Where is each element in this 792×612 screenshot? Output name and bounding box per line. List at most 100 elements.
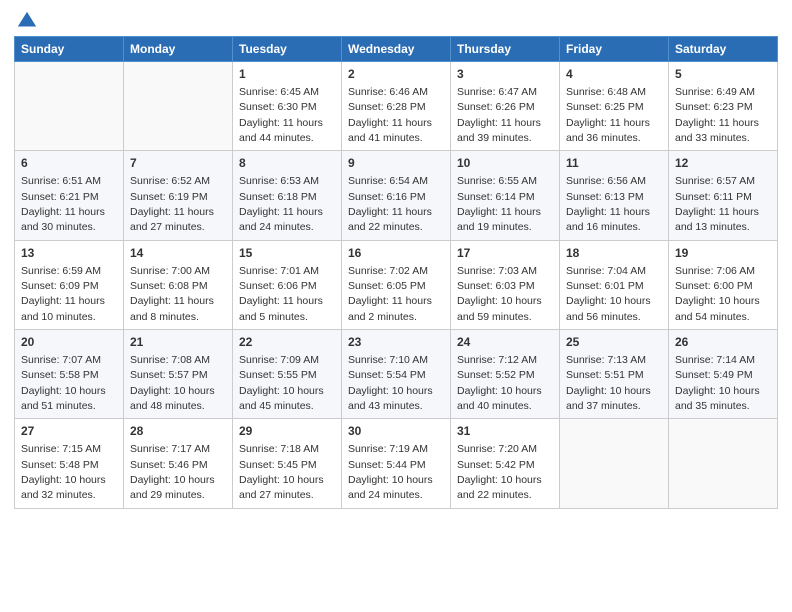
calendar-cell: 22 Sunrise: 7:09 AM Sunset: 5:55 PM Dayli…	[233, 330, 342, 419]
cell-info: Sunrise: 6:47 AM Sunset: 6:26 PM Dayligh…	[457, 86, 541, 144]
day-number: 19	[675, 245, 771, 262]
calendar-header-row: SundayMondayTuesdayWednesdayThursdayFrid…	[15, 37, 778, 62]
cell-info: Sunrise: 7:06 AM Sunset: 6:00 PM Dayligh…	[675, 265, 760, 323]
day-number: 12	[675, 155, 771, 172]
calendar-cell: 7 Sunrise: 6:52 AM Sunset: 6:19 PM Daylig…	[124, 151, 233, 240]
week-row-0: 1Sunrise: 6:45 AM Sunset: 6:30 PM Daylig…	[15, 62, 778, 151]
calendar-cell	[124, 62, 233, 151]
day-number: 5	[675, 66, 771, 83]
cell-info: Sunrise: 7:13 AM Sunset: 5:51 PM Dayligh…	[566, 354, 651, 412]
day-number: 24	[457, 334, 553, 351]
calendar-cell: 31 Sunrise: 7:20 AM Sunset: 5:42 PM Dayli…	[451, 419, 560, 508]
day-number: 2	[348, 66, 444, 83]
week-row-2: 13 Sunrise: 6:59 AM Sunset: 6:09 PM Dayli…	[15, 240, 778, 329]
calendar-cell: 28 Sunrise: 7:17 AM Sunset: 5:46 PM Dayli…	[124, 419, 233, 508]
calendar-cell	[560, 419, 669, 508]
day-number: 6	[21, 155, 117, 172]
calendar-cell: 26 Sunrise: 7:14 AM Sunset: 5:49 PM Dayli…	[669, 330, 778, 419]
cell-info: Sunrise: 7:04 AM Sunset: 6:01 PM Dayligh…	[566, 265, 651, 323]
col-header-saturday: Saturday	[669, 37, 778, 62]
calendar-cell: 6 Sunrise: 6:51 AM Sunset: 6:21 PM Daylig…	[15, 151, 124, 240]
day-number: 14	[130, 245, 226, 262]
cell-info: Sunrise: 7:20 AM Sunset: 5:42 PM Dayligh…	[457, 443, 542, 501]
calendar-cell: 25 Sunrise: 7:13 AM Sunset: 5:51 PM Dayli…	[560, 330, 669, 419]
cell-info: Sunrise: 7:02 AM Sunset: 6:05 PM Dayligh…	[348, 265, 432, 323]
calendar-cell: 11 Sunrise: 6:56 AM Sunset: 6:13 PM Dayli…	[560, 151, 669, 240]
cell-info: Sunrise: 6:45 AM Sunset: 6:30 PM Dayligh…	[239, 86, 323, 144]
day-number: 31	[457, 423, 553, 440]
cell-info: Sunrise: 6:59 AM Sunset: 6:09 PM Dayligh…	[21, 265, 105, 323]
cell-info: Sunrise: 7:14 AM Sunset: 5:49 PM Dayligh…	[675, 354, 760, 412]
calendar-cell: 23Sunrise: 7:10 AM Sunset: 5:54 PM Dayli…	[342, 330, 451, 419]
calendar-cell: 3 Sunrise: 6:47 AM Sunset: 6:26 PM Daylig…	[451, 62, 560, 151]
day-number: 15	[239, 245, 335, 262]
calendar-cell: 5 Sunrise: 6:49 AM Sunset: 6:23 PM Daylig…	[669, 62, 778, 151]
logo-icon	[16, 10, 38, 32]
col-header-friday: Friday	[560, 37, 669, 62]
cell-info: Sunrise: 7:12 AM Sunset: 5:52 PM Dayligh…	[457, 354, 542, 412]
day-number: 13	[21, 245, 117, 262]
cell-info: Sunrise: 6:51 AM Sunset: 6:21 PM Dayligh…	[21, 175, 105, 233]
cell-info: Sunrise: 6:56 AM Sunset: 6:13 PM Dayligh…	[566, 175, 650, 233]
cell-info: Sunrise: 7:17 AM Sunset: 5:46 PM Dayligh…	[130, 443, 215, 501]
cell-info: Sunrise: 6:55 AM Sunset: 6:14 PM Dayligh…	[457, 175, 541, 233]
day-number: 27	[21, 423, 117, 440]
calendar-cell: 14Sunrise: 7:00 AM Sunset: 6:08 PM Dayli…	[124, 240, 233, 329]
cell-info: Sunrise: 6:48 AM Sunset: 6:25 PM Dayligh…	[566, 86, 650, 144]
col-header-monday: Monday	[124, 37, 233, 62]
day-number: 18	[566, 245, 662, 262]
cell-info: Sunrise: 7:07 AM Sunset: 5:58 PM Dayligh…	[21, 354, 106, 412]
cell-info: Sunrise: 6:54 AM Sunset: 6:16 PM Dayligh…	[348, 175, 432, 233]
day-number: 29	[239, 423, 335, 440]
col-header-tuesday: Tuesday	[233, 37, 342, 62]
day-number: 10	[457, 155, 553, 172]
calendar-cell: 13 Sunrise: 6:59 AM Sunset: 6:09 PM Dayli…	[15, 240, 124, 329]
week-row-4: 27Sunrise: 7:15 AM Sunset: 5:48 PM Dayli…	[15, 419, 778, 508]
calendar-cell: 27Sunrise: 7:15 AM Sunset: 5:48 PM Dayli…	[15, 419, 124, 508]
col-header-wednesday: Wednesday	[342, 37, 451, 62]
cell-info: Sunrise: 7:19 AM Sunset: 5:44 PM Dayligh…	[348, 443, 433, 501]
calendar-cell: 17 Sunrise: 7:03 AM Sunset: 6:03 PM Dayli…	[451, 240, 560, 329]
day-number: 8	[239, 155, 335, 172]
col-header-sunday: Sunday	[15, 37, 124, 62]
day-number: 28	[130, 423, 226, 440]
day-number: 11	[566, 155, 662, 172]
day-number: 17	[457, 245, 553, 262]
cell-info: Sunrise: 7:18 AM Sunset: 5:45 PM Dayligh…	[239, 443, 324, 501]
calendar-cell: 18 Sunrise: 7:04 AM Sunset: 6:01 PM Dayli…	[560, 240, 669, 329]
calendar-cell	[669, 419, 778, 508]
cell-info: Sunrise: 7:10 AM Sunset: 5:54 PM Dayligh…	[348, 354, 433, 412]
day-number: 25	[566, 334, 662, 351]
cell-info: Sunrise: 7:09 AM Sunset: 5:55 PM Dayligh…	[239, 354, 324, 412]
day-number: 21	[130, 334, 226, 351]
logo	[14, 10, 38, 28]
calendar-cell: 16Sunrise: 7:02 AM Sunset: 6:05 PM Dayli…	[342, 240, 451, 329]
day-number: 26	[675, 334, 771, 351]
calendar-cell: 19 Sunrise: 7:06 AM Sunset: 6:00 PM Dayli…	[669, 240, 778, 329]
cell-info: Sunrise: 7:08 AM Sunset: 5:57 PM Dayligh…	[130, 354, 215, 412]
cell-info: Sunrise: 6:49 AM Sunset: 6:23 PM Dayligh…	[675, 86, 759, 144]
day-number: 4	[566, 66, 662, 83]
cell-info: Sunrise: 7:01 AM Sunset: 6:06 PM Dayligh…	[239, 265, 323, 323]
cell-info: Sunrise: 6:52 AM Sunset: 6:19 PM Dayligh…	[130, 175, 214, 233]
cell-info: Sunrise: 7:03 AM Sunset: 6:03 PM Dayligh…	[457, 265, 542, 323]
calendar-cell: 2 Sunrise: 6:46 AM Sunset: 6:28 PM Daylig…	[342, 62, 451, 151]
day-number: 3	[457, 66, 553, 83]
calendar-cell: 4 Sunrise: 6:48 AM Sunset: 6:25 PM Daylig…	[560, 62, 669, 151]
calendar-cell: 12 Sunrise: 6:57 AM Sunset: 6:11 PM Dayli…	[669, 151, 778, 240]
calendar-cell: 20Sunrise: 7:07 AM Sunset: 5:58 PM Dayli…	[15, 330, 124, 419]
cell-info: Sunrise: 6:53 AM Sunset: 6:18 PM Dayligh…	[239, 175, 323, 233]
calendar-table: SundayMondayTuesdayWednesdayThursdayFrid…	[14, 36, 778, 509]
calendar-cell: 8 Sunrise: 6:53 AM Sunset: 6:18 PM Daylig…	[233, 151, 342, 240]
calendar-cell: 10 Sunrise: 6:55 AM Sunset: 6:14 PM Dayli…	[451, 151, 560, 240]
cell-info: Sunrise: 6:57 AM Sunset: 6:11 PM Dayligh…	[675, 175, 759, 233]
page: SundayMondayTuesdayWednesdayThursdayFrid…	[0, 0, 792, 612]
col-header-thursday: Thursday	[451, 37, 560, 62]
day-number: 22	[239, 334, 335, 351]
calendar-cell: 1Sunrise: 6:45 AM Sunset: 6:30 PM Daylig…	[233, 62, 342, 151]
week-row-1: 6 Sunrise: 6:51 AM Sunset: 6:21 PM Daylig…	[15, 151, 778, 240]
week-row-3: 20Sunrise: 7:07 AM Sunset: 5:58 PM Dayli…	[15, 330, 778, 419]
calendar-cell: 21 Sunrise: 7:08 AM Sunset: 5:57 PM Dayli…	[124, 330, 233, 419]
cell-info: Sunrise: 6:46 AM Sunset: 6:28 PM Dayligh…	[348, 86, 432, 144]
day-number: 7	[130, 155, 226, 172]
